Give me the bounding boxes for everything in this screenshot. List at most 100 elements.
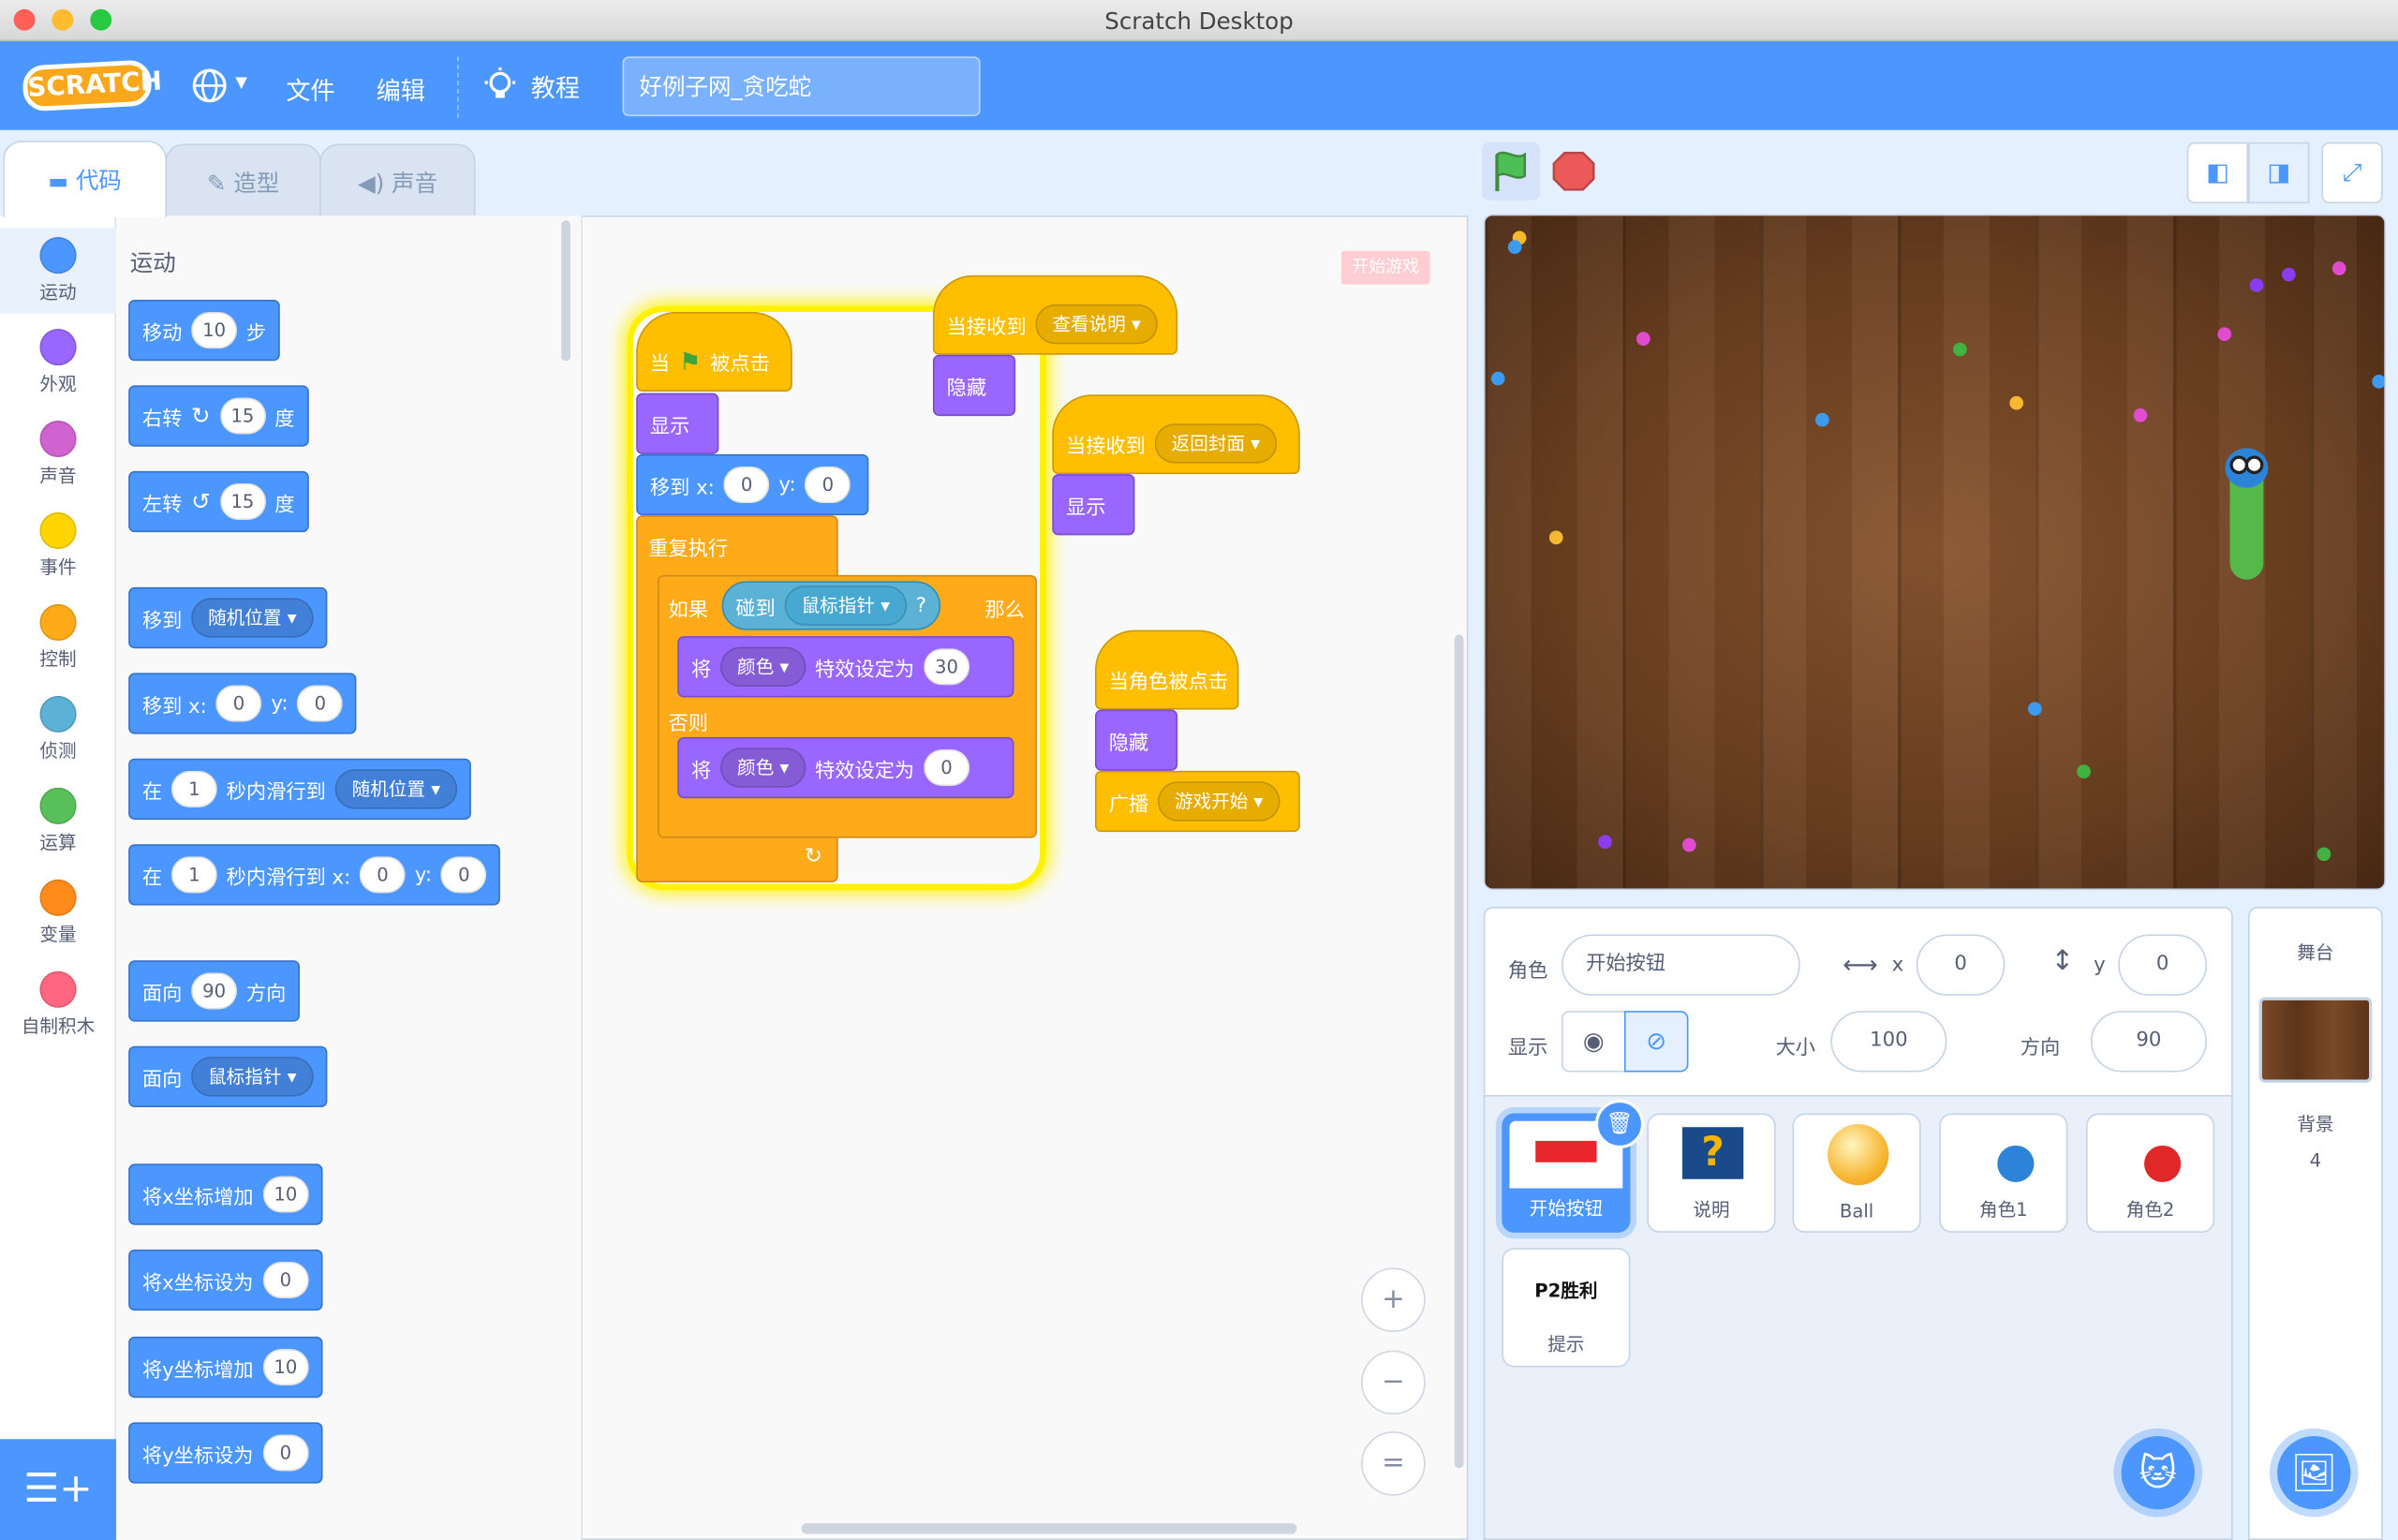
block-when-i-receive[interactable]: 当接收到 查看说明 ▾ bbox=[932, 274, 1178, 355]
fullscreen-button[interactable]: ⤢ bbox=[2321, 141, 2383, 204]
target-dropdown[interactable]: 随机位置 ▾ bbox=[334, 769, 457, 809]
direction-input[interactable]: 90 bbox=[2090, 1011, 2207, 1073]
block-show[interactable]: 显示 bbox=[1052, 474, 1135, 536]
add-extension-button[interactable]: ☰+ bbox=[0, 1439, 117, 1540]
script-vertical-scrollbar[interactable] bbox=[1454, 634, 1464, 1469]
block-go-to-xy[interactable]: 移到 x: 0 y: 0 bbox=[636, 453, 869, 516]
block-point-towards[interactable]: 面向 鼠标指针 ▾ bbox=[128, 1045, 328, 1108]
degrees-input[interactable]: 15 bbox=[219, 397, 266, 435]
sprite-tile-instructions[interactable]: ? 说明 bbox=[1647, 1113, 1776, 1233]
y-input[interactable]: 0 bbox=[805, 466, 851, 504]
block-turn-left[interactable]: 左转 ↺ 15 度 bbox=[128, 470, 309, 533]
tutorials-button[interactable]: 教程 bbox=[483, 67, 580, 104]
effect-value-input[interactable]: 30 bbox=[923, 648, 970, 686]
effect-value-input[interactable]: 0 bbox=[923, 748, 970, 787]
target-dropdown[interactable]: 随机位置 ▾ bbox=[191, 598, 314, 638]
sprite-name-input[interactable]: 开始按钮 bbox=[1561, 934, 1800, 996]
sprite-tile-character1[interactable]: 角色1 bbox=[1939, 1113, 2068, 1233]
block-show[interactable]: 显示 bbox=[636, 392, 719, 454]
edit-menu[interactable]: 编辑 bbox=[377, 70, 425, 107]
sprite-tile-ball[interactable]: Ball bbox=[1792, 1113, 1921, 1233]
value-input[interactable]: 10 bbox=[262, 1176, 309, 1213]
category-events[interactable]: 事件 bbox=[0, 503, 116, 588]
x-input[interactable]: 0 bbox=[723, 466, 770, 504]
sprite-tile-hint[interactable]: P2胜利 提示 bbox=[1502, 1248, 1631, 1368]
touching-target-dropdown[interactable]: 鼠标指针 ▾ bbox=[784, 585, 907, 626]
add-sprite-button[interactable]: 🐱 bbox=[2113, 1428, 2203, 1518]
y-input[interactable]: 0 bbox=[2118, 934, 2207, 996]
value-input[interactable]: 10 bbox=[262, 1348, 309, 1386]
add-backdrop-button[interactable]: 🖼 bbox=[2269, 1428, 2359, 1518]
category-control[interactable]: 控制 bbox=[0, 595, 116, 680]
scratch-logo[interactable]: SCRATCH bbox=[22, 59, 163, 112]
block-turn-right[interactable]: 右转 ↻ 15 度 bbox=[128, 385, 309, 447]
block-change-x[interactable]: 将x坐标增加 10 bbox=[128, 1163, 323, 1225]
y-input[interactable]: 0 bbox=[440, 856, 487, 894]
block-move-steps[interactable]: 移动 10 步 bbox=[128, 299, 280, 362]
block-when-flag-clicked[interactable]: 当 ⚑ 被点击 bbox=[636, 312, 792, 392]
effect-dropdown[interactable]: 颜色 ▾ bbox=[720, 748, 807, 788]
category-sound[interactable]: 声音 bbox=[0, 411, 116, 496]
zoom-in-button[interactable]: + bbox=[1361, 1267, 1426, 1332]
block-point-in-direction[interactable]: 面向 90 方向 bbox=[128, 960, 301, 1022]
category-operators[interactable]: 运算 bbox=[0, 778, 116, 864]
category-sensing[interactable]: 侦测 bbox=[0, 687, 116, 772]
category-motion[interactable]: 运动 bbox=[0, 228, 117, 314]
x-input[interactable]: 0 bbox=[360, 856, 407, 894]
y-input[interactable]: 0 bbox=[297, 685, 344, 722]
direction-input[interactable]: 90 bbox=[191, 972, 238, 1010]
block-change-y[interactable]: 将y坐标增加 10 bbox=[128, 1336, 323, 1399]
block-hide[interactable]: 隐藏 bbox=[1095, 709, 1178, 771]
block-broadcast[interactable]: 广播 游戏开始 ▾ bbox=[1095, 770, 1300, 833]
block-set-y[interactable]: 将y坐标设为 0 bbox=[128, 1422, 323, 1484]
category-my-blocks[interactable]: 自制积木 bbox=[0, 962, 116, 1047]
language-menu[interactable]: ▼ bbox=[189, 66, 254, 105]
message-dropdown[interactable]: 查看说明 ▾ bbox=[1035, 304, 1158, 345]
script-horizontal-scrollbar[interactable] bbox=[801, 1523, 1297, 1534]
block-touching[interactable]: 碰到 鼠标指针 ▾ ? bbox=[721, 581, 940, 630]
file-menu[interactable]: 文件 bbox=[286, 70, 334, 107]
block-go-to-xy[interactable]: 移到 x: 0 y: 0 bbox=[128, 673, 358, 734]
message-dropdown[interactable]: 游戏开始 ▾ bbox=[1157, 781, 1280, 822]
size-input[interactable]: 100 bbox=[1830, 1011, 1947, 1073]
zoom-out-button[interactable]: − bbox=[1361, 1350, 1426, 1415]
project-title-input[interactable]: 好例子网_贪吃蛇 bbox=[622, 56, 981, 117]
normal-stage-button[interactable]: ◨ bbox=[2248, 141, 2310, 204]
palette-scrollbar[interactable] bbox=[561, 220, 570, 362]
block-when-sprite-clicked[interactable]: 当角色被点击 bbox=[1095, 629, 1239, 710]
block-glide-to-xy[interactable]: 在 1 秒内滑行到 x: 0 y: 0 bbox=[128, 844, 501, 906]
x-input[interactable]: 0 bbox=[215, 685, 262, 722]
category-variables[interactable]: 变量 bbox=[0, 870, 116, 955]
value-input[interactable]: 0 bbox=[262, 1261, 309, 1299]
category-looks[interactable]: 外观 bbox=[0, 319, 116, 405]
target-dropdown[interactable]: 鼠标指针 ▾ bbox=[191, 1057, 314, 1097]
block-when-i-receive[interactable]: 当接收到 返回封面 ▾ bbox=[1052, 394, 1300, 475]
block-set-x[interactable]: 将x坐标设为 0 bbox=[128, 1249, 323, 1311]
secs-input[interactable]: 1 bbox=[170, 856, 217, 894]
tab-costumes[interactable]: ✎ 造型 bbox=[165, 143, 321, 217]
delete-sprite-button[interactable]: 🗑 bbox=[1594, 1099, 1645, 1149]
small-stage-button[interactable]: ◧ bbox=[2186, 141, 2249, 204]
show-hidden-button[interactable]: ⊘ bbox=[1623, 1011, 1689, 1073]
secs-input[interactable]: 1 bbox=[170, 770, 217, 808]
steps-input[interactable]: 10 bbox=[191, 312, 238, 349]
tab-sounds[interactable]: ◀) 声音 bbox=[319, 143, 476, 217]
zoom-reset-button[interactable]: = bbox=[1361, 1431, 1426, 1496]
sprite-tile-character2[interactable]: 角色2 bbox=[2086, 1113, 2215, 1233]
block-hide[interactable]: 隐藏 bbox=[932, 354, 1016, 417]
stop-button[interactable] bbox=[1545, 142, 1603, 200]
show-visible-button[interactable]: ◉ bbox=[1561, 1011, 1626, 1073]
block-glide-to[interactable]: 在 1 秒内滑行到 随机位置 ▾ bbox=[128, 758, 471, 821]
x-input[interactable]: 0 bbox=[1916, 934, 2006, 996]
value-input[interactable]: 0 bbox=[262, 1434, 309, 1472]
block-go-to[interactable]: 移到 随机位置 ▾ bbox=[128, 586, 328, 649]
effect-dropdown[interactable]: 颜色 ▾ bbox=[720, 646, 807, 688]
block-set-effect[interactable]: 将 颜色 ▾ 特效设定为 0 bbox=[677, 736, 1014, 799]
tab-code[interactable]: ▬ 代码 bbox=[3, 141, 167, 217]
green-flag-button[interactable] bbox=[1482, 141, 1541, 200]
message-dropdown[interactable]: 返回封面 ▾ bbox=[1154, 423, 1278, 464]
stage-canvas[interactable] bbox=[1483, 214, 2387, 891]
snake-head-sprite[interactable] bbox=[2225, 448, 2269, 488]
degrees-input[interactable]: 15 bbox=[219, 482, 266, 521]
block-set-effect[interactable]: 将 颜色 ▾ 特效设定为 30 bbox=[677, 636, 1014, 698]
